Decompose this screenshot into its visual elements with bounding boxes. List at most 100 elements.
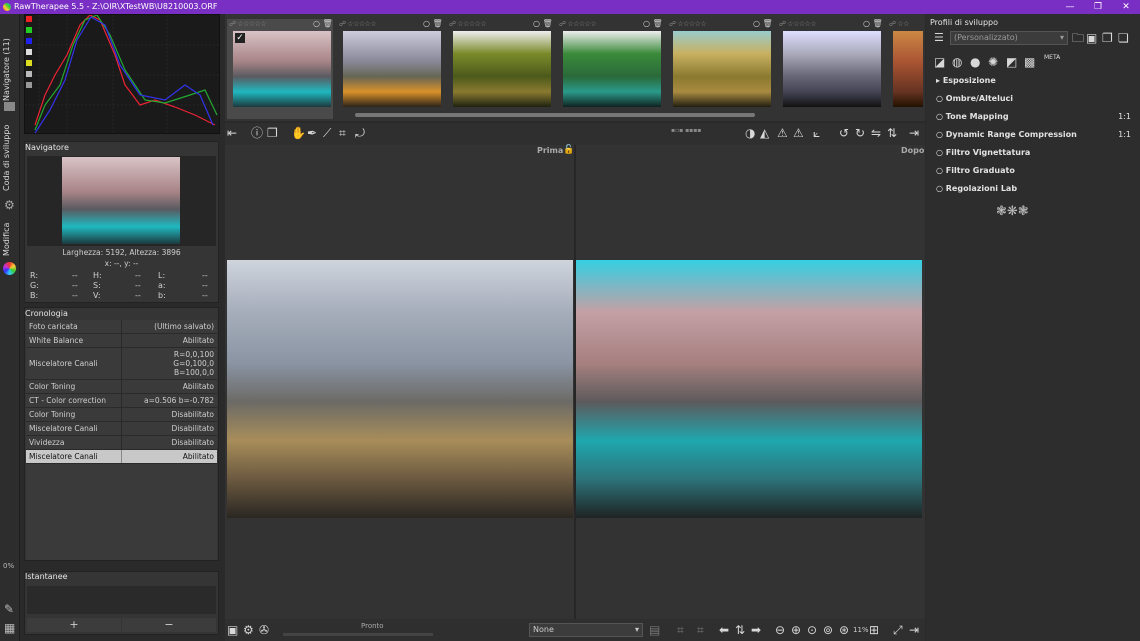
fullscreen-icon[interactable]: ⤢: [893, 624, 903, 636]
batch-icon[interactable]: ▦: [4, 621, 15, 635]
tool-tone-mapping[interactable]: ○ Tone Mapping 1:1: [936, 112, 1131, 121]
flip-vertical-icon[interactable]: ⇅: [887, 127, 897, 139]
trash-icon[interactable]: ○ 🗑: [753, 19, 773, 28]
next-image-icon[interactable]: ➡: [751, 624, 761, 636]
trash-icon[interactable]: ○ 🗑: [863, 19, 883, 28]
trash-icon[interactable]: ○ 🗑: [643, 19, 663, 28]
tool-shadows-highlights[interactable]: ○ Ombre/Alteluci: [936, 94, 1131, 103]
trash-icon[interactable]: ○ 🗑: [423, 19, 443, 28]
tab-navigator[interactable]: Navigatore (11): [2, 34, 18, 106]
copy-icon[interactable]: ❐: [1102, 32, 1113, 44]
filmstrip-thumb[interactable]: ☍ ☆☆☆☆☆ ○ 🗑: [777, 19, 883, 119]
open-folder-icon[interactable]: 🗀: [1072, 32, 1084, 44]
after-image[interactable]: [576, 260, 922, 518]
remove-snapshot-button[interactable]: −: [122, 618, 216, 632]
save-icon[interactable]: ▣: [1086, 32, 1097, 44]
crop-tool-icon[interactable]: ⌗: [677, 624, 684, 636]
tool-graduated-filter[interactable]: ○ Filtro Graduato: [936, 166, 1131, 175]
shadow-warning-icon[interactable]: ⚠: [777, 127, 788, 139]
zoom-fit-icon[interactable]: ⊙: [807, 624, 817, 636]
detail-tab-icon[interactable]: ◍: [952, 56, 962, 68]
split-view-icon[interactable]: ⌗: [697, 624, 704, 636]
bar-toggle[interactable]: [26, 82, 32, 88]
queue-icon[interactable]: ⚙: [243, 624, 254, 636]
before-image[interactable]: [227, 260, 573, 518]
save-image-icon[interactable]: ▣: [227, 624, 238, 636]
color-wheel-icon[interactable]: [3, 262, 16, 275]
hide-right-panel-icon[interactable]: ⇥: [909, 127, 919, 139]
raw-tab-icon[interactable]: ▩: [1024, 56, 1035, 68]
green-channel-toggle[interactable]: [26, 27, 32, 33]
trash-icon[interactable]: ○ 🗑: [533, 19, 553, 28]
lock-icon[interactable]: 🔓: [563, 145, 574, 155]
filmstrip-thumb[interactable]: ☍ ☆☆: [887, 19, 923, 119]
external-editor-icon[interactable]: ✇: [259, 624, 269, 636]
history-row-selected[interactable]: Miscelatore Canali Abilitato: [26, 450, 217, 464]
rotate-right-icon[interactable]: ↻: [855, 127, 865, 139]
blue-channel-toggle[interactable]: [26, 38, 32, 44]
zoom-fit-crop-icon[interactable]: ⊚: [823, 624, 833, 636]
navigator-thumbnail[interactable]: [62, 157, 180, 244]
exposure-tab-icon[interactable]: ◪: [934, 56, 945, 68]
highlight-warning-icon[interactable]: ⚠: [793, 127, 804, 139]
raw-toggle[interactable]: [26, 71, 32, 77]
list-icon[interactable]: ☰: [934, 32, 944, 44]
wavelet-tab-icon[interactable]: ✺: [988, 56, 998, 68]
color-tab-icon[interactable]: ●: [970, 56, 980, 68]
focus-mask-icon[interactable]: ◑: [745, 127, 755, 139]
zoom-in-icon[interactable]: ⊕: [791, 624, 801, 636]
new-detail-window-icon[interactable]: ⊞: [869, 624, 879, 636]
history-row[interactable]: Color Toning Abilitato: [26, 380, 217, 394]
snapshots-list[interactable]: [27, 586, 216, 614]
rating-stars[interactable]: ☍ ☆☆☆☆☆: [669, 20, 707, 28]
preview-select[interactable]: None ▾: [529, 623, 643, 637]
sync-icon[interactable]: ⇅: [735, 624, 745, 636]
color-swatches[interactable]: ▪▫▪ ▪▪▪▪: [671, 127, 721, 141]
rating-stars[interactable]: ☍ ☆☆☆☆☆: [779, 20, 817, 28]
chroma-toggle[interactable]: [26, 60, 32, 66]
crop-icon[interactable]: ⌗: [339, 127, 346, 139]
zoom-out-icon[interactable]: ⊖: [775, 624, 785, 636]
edit-tool-icon[interactable]: ✎: [4, 602, 14, 616]
hide-left-panel-icon[interactable]: ⇤: [227, 127, 237, 139]
history-row[interactable]: CT - Color correction a=0.506 b=-0.782: [26, 394, 217, 408]
profile-select[interactable]: (Personalizzato) ▾: [950, 31, 1068, 45]
gears-icon[interactable]: ⚙: [4, 198, 15, 212]
rating-stars[interactable]: ☍ ☆☆☆☆☆: [229, 20, 267, 28]
history-row[interactable]: Miscelatore Canali R=0,0,100 G=0,100,0 B=…: [26, 348, 217, 380]
rating-stars[interactable]: ☍ ☆☆☆☆☆: [559, 20, 597, 28]
rating-stars[interactable]: ☍ ☆☆☆☆☆: [449, 20, 487, 28]
history-row[interactable]: Miscelatore Canali Disabilitato: [26, 422, 217, 436]
paste-icon[interactable]: ❏: [1118, 32, 1129, 44]
history-row[interactable]: Vividezza Disabilitato: [26, 436, 217, 450]
flip-horizontal-icon[interactable]: ⇋: [871, 127, 881, 139]
rotate-left-icon[interactable]: ↺: [839, 127, 849, 139]
check-icon[interactable]: ✓: [235, 33, 245, 43]
filmstrip-thumb[interactable]: ☍ ☆☆☆☆☆ ○ 🗑: [667, 19, 773, 119]
history-row[interactable]: Color Toning Disabilitato: [26, 408, 217, 422]
history-row[interactable]: Foto caricata (Ultimo salvato): [26, 320, 217, 334]
trash-icon[interactable]: ○ 🗑: [313, 19, 333, 28]
close-button[interactable]: ✕: [1112, 0, 1140, 14]
transform-tab-icon[interactable]: ◩: [1006, 56, 1017, 68]
clipping-icon[interactable]: ◭: [760, 127, 769, 139]
previous-image-icon[interactable]: ⬅: [719, 624, 729, 636]
curve-icon[interactable]: ⟀: [813, 127, 820, 139]
folder-icon[interactable]: [4, 102, 15, 111]
add-snapshot-button[interactable]: +: [27, 618, 121, 632]
tool-vignetting[interactable]: ○ Filtro Vignettatura: [936, 148, 1131, 157]
filmstrip-thumb[interactable]: ☍ ☆☆☆☆☆ ○ 🗑: [557, 19, 663, 119]
before-after-icon[interactable]: ❐: [267, 127, 278, 139]
metadata-tab-icon[interactable]: META: [1044, 54, 1060, 61]
filmstrip-thumb[interactable]: ☍ ☆☆☆☆☆ ○ 🗑: [447, 19, 553, 119]
minimize-button[interactable]: —: [1056, 0, 1084, 14]
tab-queue[interactable]: Coda di sviluppo: [2, 122, 18, 194]
transform-icon[interactable]: ⤾: [355, 127, 365, 139]
history-row[interactable]: White Balance Abilitato: [26, 334, 217, 348]
tool-dynamic-range[interactable]: ○ Dynamic Range Compression 1:1: [936, 130, 1131, 139]
maximize-button[interactable]: ❐: [1084, 0, 1112, 14]
profile-icon[interactable]: ▤: [649, 624, 660, 636]
info-icon[interactable]: ⓘ: [251, 127, 263, 139]
white-balance-picker-icon[interactable]: ✒: [307, 127, 317, 139]
rating-stars[interactable]: ☍ ☆☆: [889, 20, 909, 28]
